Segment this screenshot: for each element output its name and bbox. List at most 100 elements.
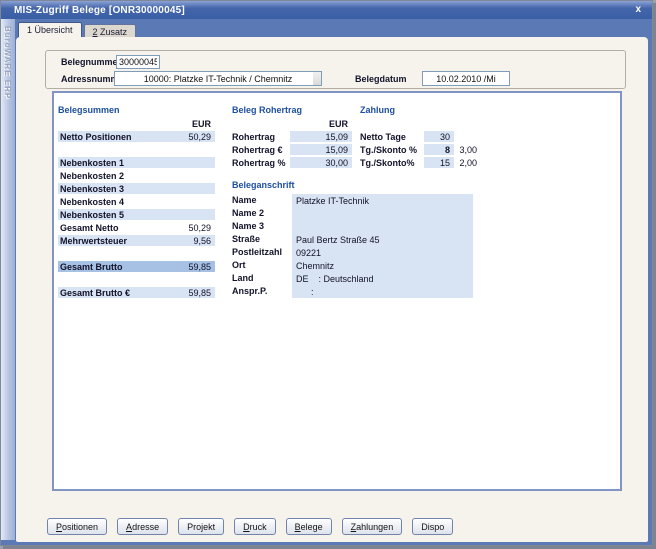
row-value-percent: 3,00 bbox=[457, 144, 479, 155]
beleganschrift-rows: Name Platzke IT-Technik Name 2 Name 3 Straße… bbox=[232, 194, 528, 298]
rohertrag-row-rohertrag: Rohertrag % 30,00 bbox=[232, 157, 352, 168]
anschrift-row-name-2: Name 2 bbox=[232, 207, 528, 220]
row-label: Name 2 bbox=[232, 207, 264, 218]
adressnummer-dropdown-button[interactable] bbox=[313, 72, 321, 85]
anschrift-row-name: Name Platzke IT-Technik bbox=[232, 194, 528, 207]
rohertrag-title: Beleg Rohertrag bbox=[232, 105, 352, 119]
row-value-percent bbox=[457, 131, 479, 142]
anschrift-row-stra-e: Straße Paul Bertz Straße 45 bbox=[232, 233, 528, 246]
belegsummen-row-nebenkosten-5: Nebenkosten 5 bbox=[58, 209, 215, 220]
side-strip: BüroWARE ERP bbox=[1, 19, 15, 540]
tab-1-bersicht[interactable]: 1 Übersicht bbox=[18, 22, 82, 37]
belegsummen-row-nebenkosten-1: Nebenkosten 1 bbox=[58, 157, 215, 168]
adressnummer-input[interactable] bbox=[114, 71, 322, 86]
zahlung-rows: Netto Tage 30 Tg./Skonto % 83,00 Tg./Skonto%… bbox=[360, 131, 478, 168]
row-label: Tg./Skonto % bbox=[360, 144, 417, 155]
rohertrag-row-rohertrag: Rohertrag 15,09 bbox=[232, 131, 352, 142]
row-value: 59,85 bbox=[188, 262, 211, 272]
row-value: Chemnitz bbox=[292, 259, 473, 272]
belegsummen-section: Belegsummen EUR Netto Positionen50,29Neb… bbox=[58, 105, 215, 300]
row-value: Platzke IT-Technik bbox=[292, 194, 473, 207]
row-value-days: 15 bbox=[424, 157, 454, 168]
button-adresse[interactable]: Adresse bbox=[117, 518, 168, 535]
belegdatum-input[interactable] bbox=[422, 71, 510, 86]
button-belege[interactable]: Belege bbox=[286, 518, 332, 535]
belegnummer-input[interactable] bbox=[116, 55, 160, 69]
row-value-days: 8 bbox=[424, 144, 454, 155]
anschrift-row-land: Land DE : Deutschland bbox=[232, 272, 528, 285]
zahlung-section: Zahlung Netto Tage30Tg./Skonto %83,00Tg.… bbox=[360, 105, 478, 170]
rohertrag-section: Beleg Rohertrag EUR Rohertrag15,09Rohert… bbox=[232, 105, 352, 170]
row-label: Nebenkosten 3 bbox=[60, 184, 124, 194]
button-dispo[interactable]: Dispo bbox=[412, 518, 453, 535]
row-label: Anspr.P. bbox=[232, 285, 267, 296]
belegsummen-row-gesamt-brutto: Gesamt Brutto 59,85 bbox=[58, 261, 215, 272]
belegsummen-row-mehrwertsteuer: Mehrwertsteuer 9,56 bbox=[58, 235, 215, 246]
belegsummen-spacer-11 bbox=[58, 274, 215, 285]
row-label: Name bbox=[232, 194, 257, 205]
row-label: Nebenkosten 1 bbox=[60, 158, 124, 168]
belegsummen-row-nebenkosten-4: Nebenkosten 4 bbox=[58, 196, 215, 207]
row-label: Tg./Skonto% bbox=[360, 157, 415, 168]
row-value: 15,09 bbox=[290, 144, 352, 155]
belegsummen-row-gesamt-brutto: Gesamt Brutto €59,85 bbox=[58, 287, 215, 298]
zahlung-row-netto-tage: Netto Tage 30 bbox=[360, 131, 478, 142]
row-label: Nebenkosten 4 bbox=[60, 197, 124, 207]
belegdatum-label: Belegdatum bbox=[355, 74, 407, 84]
row-label: Gesamt Netto bbox=[60, 223, 119, 233]
button-projekt[interactable]: Projekt bbox=[178, 518, 224, 535]
row-label: Straße bbox=[232, 233, 260, 244]
title-bar: MIS-Zugriff Belege [ONR30000045] x bbox=[1, 1, 652, 19]
zahlung-row-tg-skonto: Tg./Skonto% 152,00 bbox=[360, 157, 478, 168]
belegsummen-row-nebenkosten-3: Nebenkosten 3 bbox=[58, 183, 215, 194]
belegsummen-row-gesamt-netto: Gesamt Netto 50,29 bbox=[58, 222, 215, 233]
row-value: 50,29 bbox=[188, 223, 211, 233]
row-value: Paul Bertz Straße 45 bbox=[292, 233, 473, 246]
anschrift-row-anspr-p: Anspr.P. : bbox=[232, 285, 528, 298]
row-label: Rohertrag bbox=[232, 131, 275, 142]
row-value: DE : Deutschland bbox=[292, 272, 473, 285]
tab-bar: 1 Übersicht2 Zusatz bbox=[18, 22, 136, 37]
beleganschrift-title: Beleganschrift bbox=[232, 180, 528, 194]
row-value: 15,09 bbox=[290, 131, 352, 142]
zahlung-row-tg-skonto: Tg./Skonto % 83,00 bbox=[360, 144, 478, 155]
row-label: Rohertrag € bbox=[232, 144, 283, 155]
zahlung-header-spacer bbox=[360, 119, 478, 131]
belegsummen-title: Belegsummen bbox=[58, 105, 215, 119]
button-zahlungen[interactable]: Zahlungen bbox=[342, 518, 403, 535]
anschrift-row-postleitzahl: Postleitzahl09221 bbox=[232, 246, 528, 259]
belegsummen-row-netto-positionen: Netto Positionen 50,29 bbox=[58, 131, 215, 142]
row-value: 59,85 bbox=[188, 288, 211, 298]
app-window: MIS-Zugriff Belege [ONR30000045] x BüroW… bbox=[0, 0, 653, 546]
row-value-percent: 2,00 bbox=[457, 157, 479, 168]
belegnummer-label: Belegnummer bbox=[61, 57, 121, 67]
row-label: Gesamt Brutto bbox=[60, 262, 123, 272]
brand-vertical-label: BüroWARE ERP bbox=[3, 26, 12, 99]
close-icon[interactable]: x bbox=[632, 3, 644, 17]
row-label: Nebenkosten 2 bbox=[60, 171, 124, 181]
rohertrag-rows: Rohertrag15,09Rohertrag €15,09Rohertrag … bbox=[232, 131, 352, 168]
belegsummen-spacer-9 bbox=[58, 248, 215, 259]
row-label: Rohertrag % bbox=[232, 157, 286, 168]
row-value: 50,29 bbox=[188, 132, 211, 142]
tab-2-zusatz[interactable]: 2 Zusatz bbox=[84, 24, 137, 37]
row-label: Land bbox=[232, 272, 254, 283]
window-title: MIS-Zugriff Belege [ONR30000045] bbox=[14, 5, 632, 16]
row-value: 30,00 bbox=[290, 157, 352, 168]
belegsummen-spacer-1 bbox=[58, 144, 215, 155]
row-label: Netto Tage bbox=[360, 131, 406, 142]
rohertrag-row-rohertrag: Rohertrag € 15,09 bbox=[232, 144, 352, 155]
row-value: : bbox=[292, 285, 473, 298]
row-value bbox=[292, 207, 473, 220]
button-druck[interactable]: Druck bbox=[234, 518, 276, 535]
action-button-row: Positionen Adresse Projekt Druck Belege Zahlu… bbox=[47, 518, 453, 535]
row-label: Netto Positionen bbox=[60, 132, 132, 142]
button-positionen[interactable]: Positionen bbox=[47, 518, 107, 535]
anschrift-row-name-3: Name 3 bbox=[232, 220, 528, 233]
row-label: Nebenkosten 5 bbox=[60, 210, 124, 220]
row-label: Name 3 bbox=[232, 220, 264, 231]
row-label: Mehrwertsteuer bbox=[60, 236, 127, 246]
row-value-days: 30 bbox=[424, 131, 454, 142]
beleganschrift-section: Beleganschrift NamePlatzke IT-TechnikNam… bbox=[232, 180, 528, 298]
row-value: 9,56 bbox=[193, 236, 211, 246]
